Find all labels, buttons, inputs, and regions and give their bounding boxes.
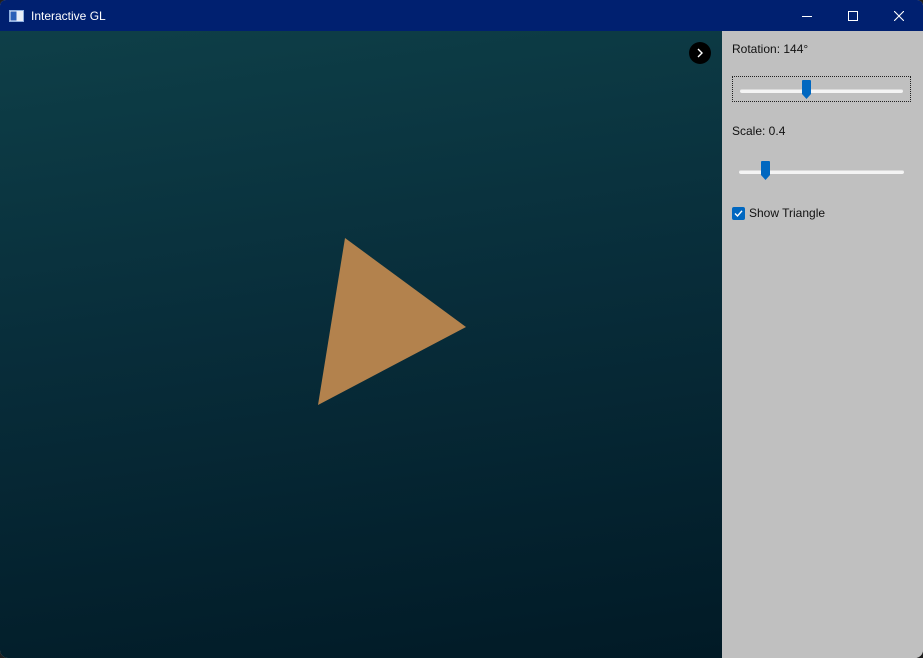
app-window: Interactive GL Rotation: 144° Scale: 0.4… xyxy=(0,0,923,658)
scene-canvas xyxy=(318,238,466,405)
maximize-button[interactable] xyxy=(830,0,876,31)
triangle-shape xyxy=(318,238,466,405)
maximize-icon xyxy=(848,10,858,21)
show-triangle-label: Show Triangle xyxy=(749,206,826,220)
controls-panel: Rotation: 144° Scale: 0.4 Show Triangle xyxy=(722,31,923,658)
show-triangle-option[interactable]: Show Triangle xyxy=(732,205,825,221)
rotation-label: Rotation: 144° xyxy=(732,42,809,56)
scale-label: Scale: 0.4 xyxy=(732,124,786,138)
close-icon xyxy=(894,10,904,21)
window-title: Interactive GL xyxy=(31,9,106,23)
scale-slider-thumb[interactable] xyxy=(760,161,771,181)
show-triangle-checkbox[interactable] xyxy=(732,206,745,220)
minimize-icon xyxy=(802,15,812,17)
rotation-slider-thumb[interactable] xyxy=(801,80,812,100)
gl-viewport[interactable] xyxy=(0,31,722,658)
rotation-slider[interactable] xyxy=(732,76,911,102)
panel-toggle-button[interactable] xyxy=(689,42,711,64)
app-icon xyxy=(9,9,24,22)
title-bar[interactable]: Interactive GL xyxy=(0,0,923,31)
scale-slider[interactable] xyxy=(732,158,911,184)
chevron-right-icon xyxy=(697,48,703,58)
checkmark-icon xyxy=(734,209,743,217)
rotation-slider-track[interactable] xyxy=(740,89,903,93)
minimize-button[interactable] xyxy=(784,0,830,31)
close-button[interactable] xyxy=(876,0,922,31)
